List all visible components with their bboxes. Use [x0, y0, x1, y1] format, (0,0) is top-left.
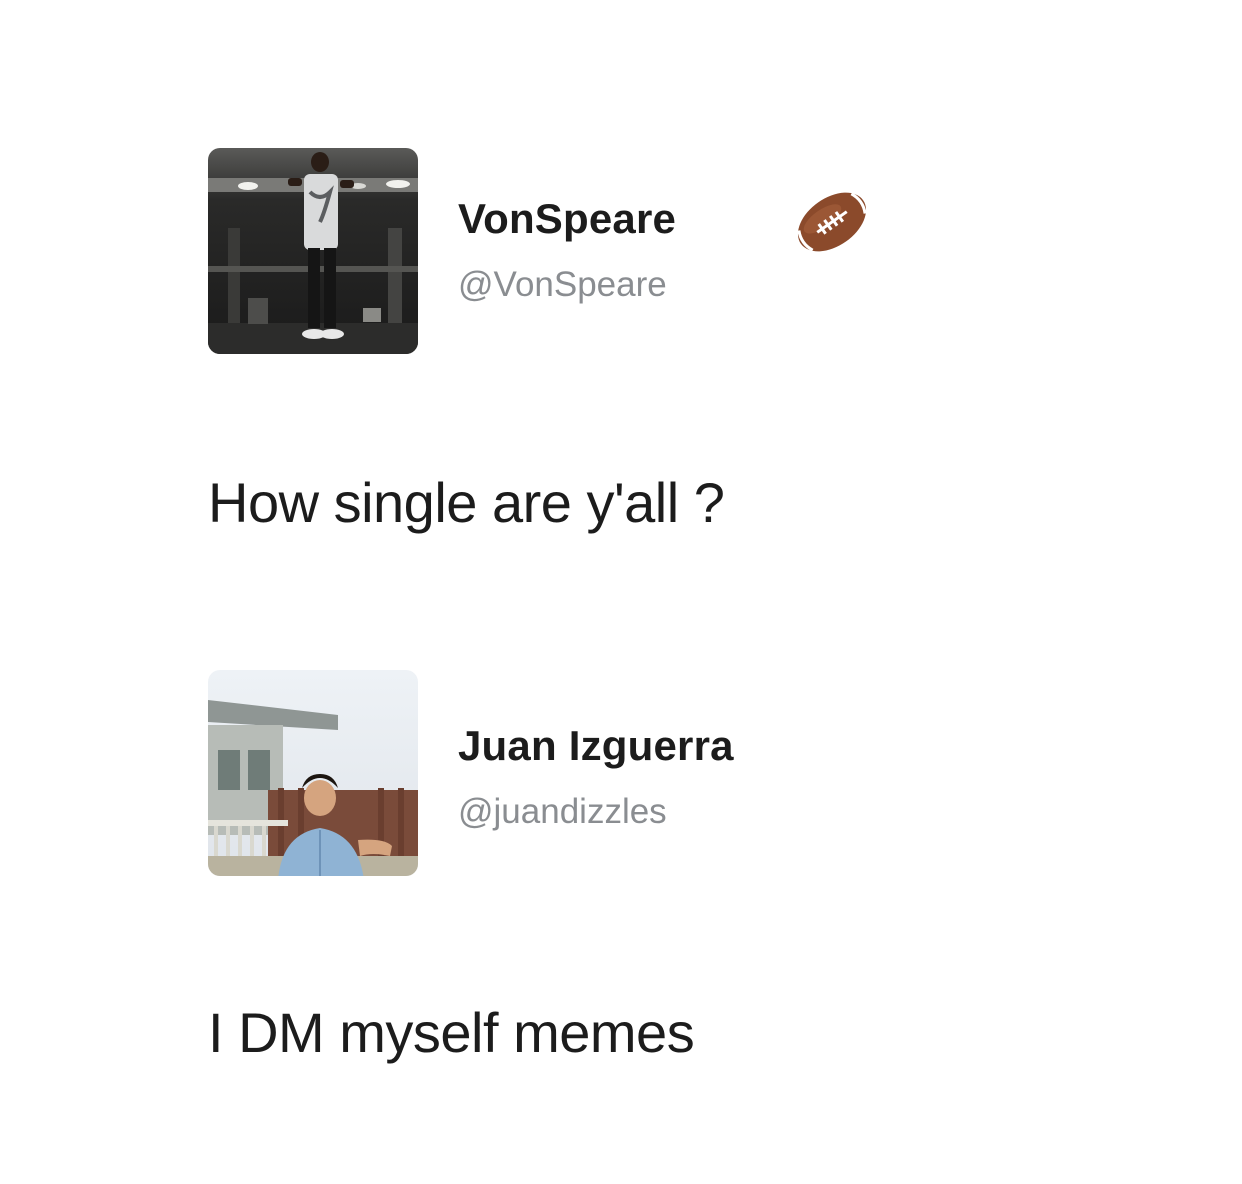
avatar-juandizzles[interactable] [208, 670, 418, 876]
handle[interactable]: @VonSpeare [458, 265, 667, 305]
handle[interactable]: @juandizzles [458, 792, 667, 832]
tweet-text: How single are y'all ? [208, 471, 725, 534]
tweet-text: I DM myself memes [208, 1001, 695, 1064]
display-name[interactable]: Juan Izguerra [458, 722, 734, 770]
avatar-photo-person-standing-at-night [208, 148, 418, 354]
football-emoji-icon [797, 192, 867, 252]
avatar-photo-person-outdoors-by-fence [208, 670, 418, 876]
display-name[interactable]: VonSpeare [458, 195, 676, 243]
avatar-vonspeare[interactable] [208, 148, 418, 354]
